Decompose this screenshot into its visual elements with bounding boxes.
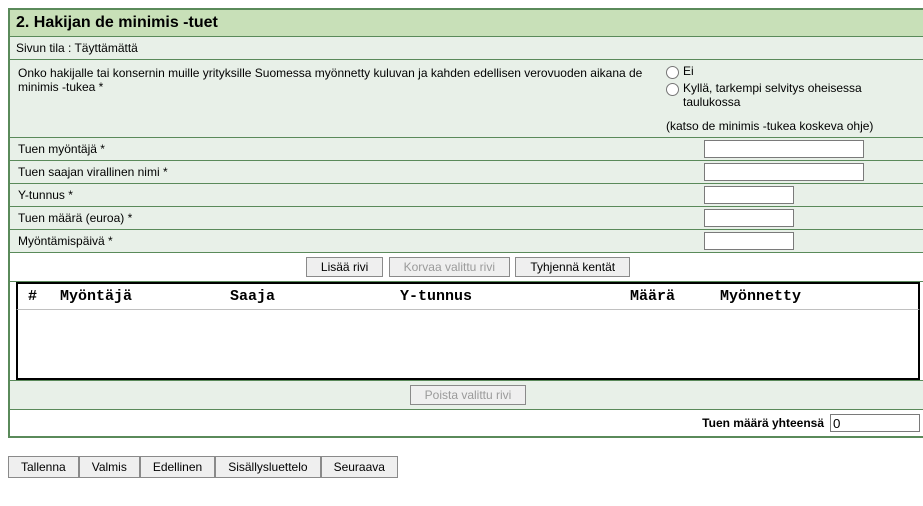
footer-buttons: Tallenna Valmis Edellinen Sisällysluette… <box>8 456 915 478</box>
grantor-label: Tuen myöntäjä * <box>10 138 700 160</box>
amount-label: Tuen määrä (euroa) * <box>10 207 700 229</box>
prev-button[interactable]: Edellinen <box>140 456 215 478</box>
business-id-input[interactable] <box>704 186 794 204</box>
grid: # Myöntäjä Saaja Y-tunnus Määrä Myönnett… <box>10 282 923 380</box>
total-input[interactable] <box>830 414 920 432</box>
page-state: Sivun tila : Täyttämättä <box>10 37 923 60</box>
col-grantor: Myöntäjä <box>60 288 230 305</box>
radio-yes-label: Kyllä, tarkempi selvitys oheisessa taulu… <box>683 81 920 109</box>
grid-body[interactable] <box>16 310 920 380</box>
col-business-id: Y-tunnus <box>400 288 630 305</box>
grant-date-input[interactable] <box>704 232 794 250</box>
col-amount: Määrä <box>630 288 720 305</box>
grant-date-label: Myöntämispäivä * <box>10 230 700 252</box>
toc-button[interactable]: Sisällysluettelo <box>215 456 320 478</box>
radio-no[interactable] <box>666 66 679 79</box>
business-id-label: Y-tunnus * <box>10 184 700 206</box>
recipient-input[interactable] <box>704 163 864 181</box>
ready-button[interactable]: Valmis <box>79 456 140 478</box>
save-button[interactable]: Tallenna <box>8 456 79 478</box>
replace-row-button[interactable]: Korvaa valittu rivi <box>389 257 510 277</box>
delete-row-button[interactable]: Poista valittu rivi <box>410 385 527 405</box>
delete-row-bar: Poista valittu rivi <box>10 380 923 410</box>
row-buttons: Lisää rivi Korvaa valittu rivi Tyhjennä … <box>10 253 923 282</box>
col-recipient: Saaja <box>230 288 400 305</box>
clear-fields-button[interactable]: Tyhjennä kentät <box>515 257 630 277</box>
de-minimis-section: 2. Hakijan de minimis -tuet Sivun tila :… <box>8 8 923 438</box>
question-row: Onko hakijalle tai konsernin muille yrit… <box>10 60 923 138</box>
next-button[interactable]: Seuraava <box>321 456 398 478</box>
question-options: Ei Kyllä, tarkempi selvitys oheisessa ta… <box>660 60 923 137</box>
col-granted: Myönnetty <box>720 288 908 305</box>
total-label: Tuen määrä yhteensä <box>702 416 824 430</box>
question-hint: (katso de minimis -tukea koskeva ohje) <box>666 119 920 133</box>
grantor-input[interactable] <box>704 140 864 158</box>
question-label: Onko hakijalle tai konsernin muille yrit… <box>10 60 660 137</box>
recipient-label: Tuen saajan virallinen nimi * <box>10 161 700 183</box>
total-row: Tuen määrä yhteensä <box>10 410 923 436</box>
grid-header: # Myöntäjä Saaja Y-tunnus Määrä Myönnett… <box>16 282 920 310</box>
col-index: # <box>28 288 60 305</box>
amount-input[interactable] <box>704 209 794 227</box>
radio-yes[interactable] <box>666 83 679 96</box>
radio-no-label: Ei <box>683 64 694 78</box>
add-row-button[interactable]: Lisää rivi <box>306 257 383 277</box>
section-title: 2. Hakijan de minimis -tuet <box>10 10 923 37</box>
